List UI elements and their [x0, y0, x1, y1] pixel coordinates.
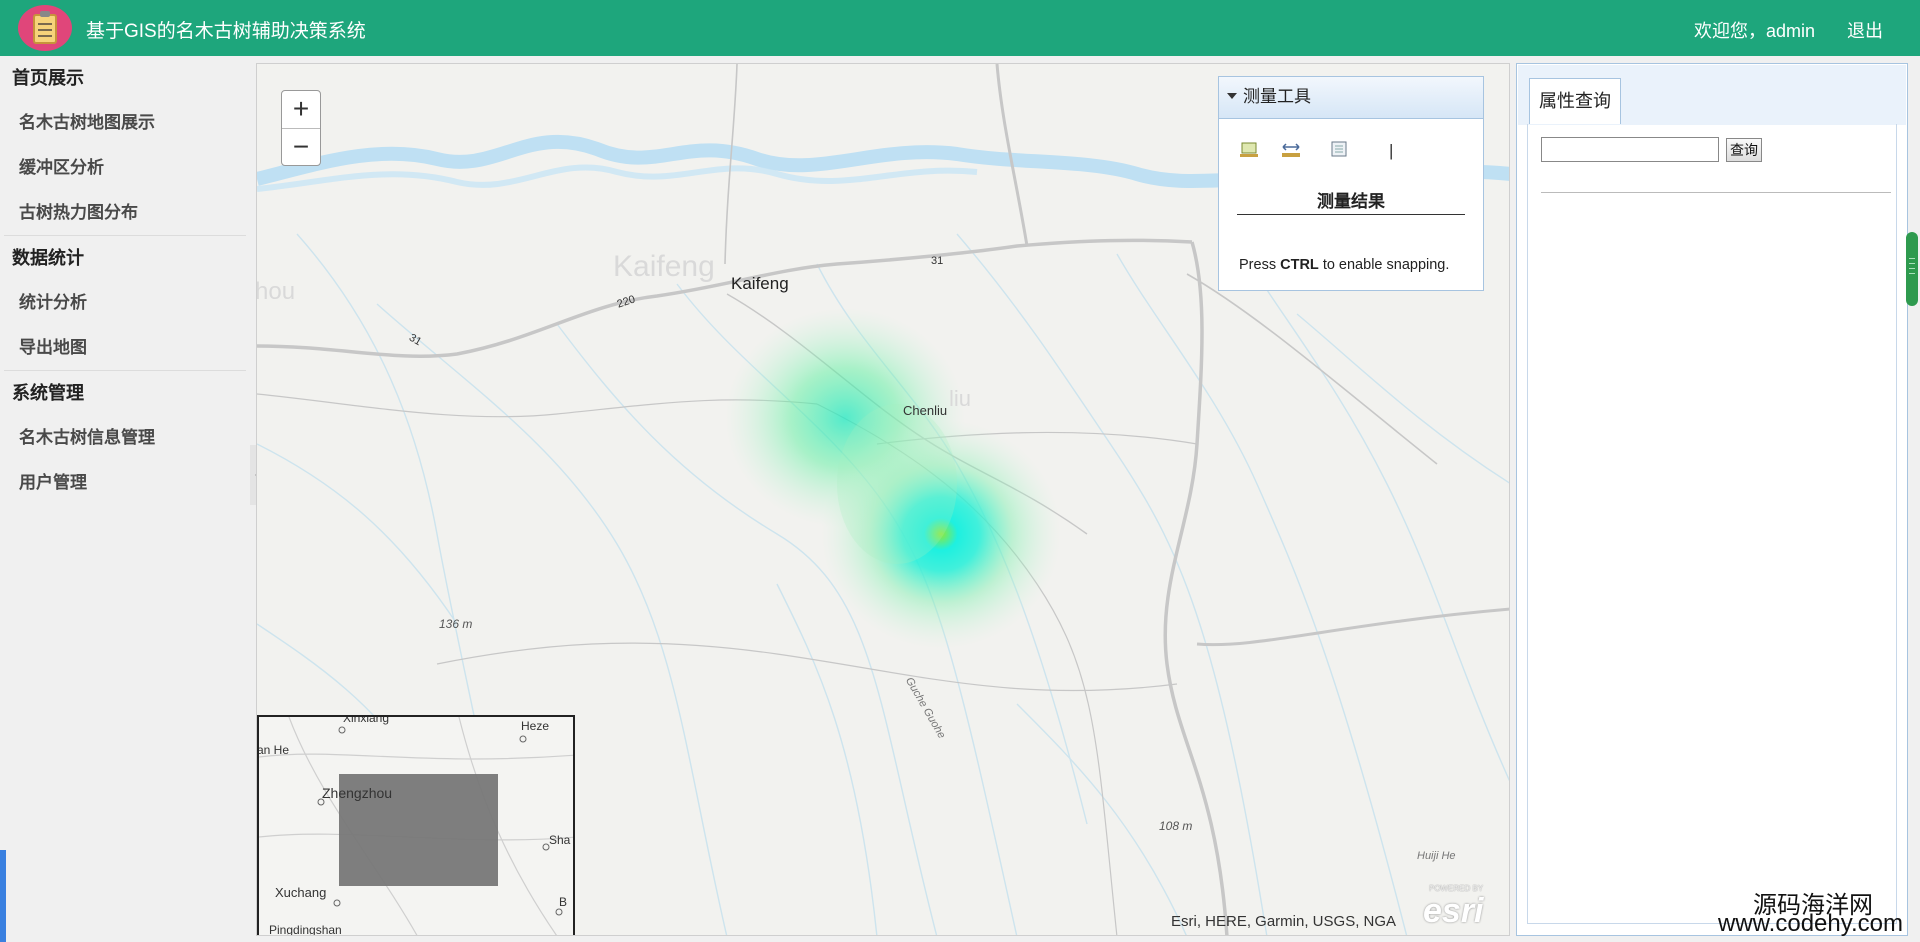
side-indicator [0, 850, 6, 942]
sidebar-item-stat-analysis[interactable]: 统计分析 [0, 280, 250, 325]
overview-label: B [559, 895, 568, 909]
elevation-label: 136 m [439, 617, 473, 631]
overview-label: Zhengzhou [322, 785, 393, 801]
nav-group-statistics[interactable]: 数据统计 [0, 236, 250, 280]
sidebar-item-buffer-analysis[interactable]: 缓冲区分析 [0, 145, 250, 190]
watermark-url: www.codehy.com [1718, 910, 1903, 937]
river-label: Huiji He [1417, 850, 1456, 862]
overview-label: Pingdingshan [269, 923, 342, 936]
elevation-label: 108 m [1159, 819, 1193, 833]
overview-label: Heze [521, 719, 550, 733]
sidebar-item-user-mgmt[interactable]: 用户管理 [0, 460, 250, 505]
app-header: 基于GIS的名木古树辅助决策系统 欢迎您，admin 退出 [0, 0, 1920, 56]
zoom-control: + − [281, 90, 321, 166]
overview-label: Sha [549, 833, 571, 847]
location-measure-icon[interactable] [1329, 139, 1349, 159]
sidebar-item-tree-map[interactable]: 名木古树地图展示 [0, 100, 250, 145]
welcome-text: 欢迎您，admin [1694, 21, 1816, 41]
sidebar: 首页展示 名木古树地图展示 缓冲区分析 古树热力图分布 数据统计 统计分析 导出… [0, 56, 250, 942]
attribute-query-panel: 属性查询 查询 [1516, 63, 1908, 936]
map-label: Kaifeng [613, 250, 715, 283]
tab-content [1527, 124, 1897, 924]
sidebar-item-heatmap[interactable]: 古树热力图分布 [0, 190, 250, 235]
map-attribution: Esri, HERE, Garmin, USGS, NGA [1171, 913, 1397, 930]
zoom-out-button[interactable]: − [282, 128, 320, 165]
query-divider [1541, 192, 1891, 193]
overview-label: Xinxiang [343, 715, 390, 725]
measure-result-label: 测量结果 [1237, 187, 1465, 215]
distance-measure-icon[interactable] [1281, 139, 1301, 159]
clipboard-icon [18, 5, 72, 51]
query-input[interactable] [1541, 137, 1719, 162]
hint-suffix: to enable snapping. [1322, 257, 1450, 273]
measure-tool-panel: 测量工具 | 测量结果 Press CTRL to enable snappin… [1218, 76, 1484, 291]
snapping-hint: Press CTRL to enable snapping. [1239, 257, 1449, 273]
city-label-kaifeng: Kaifeng [731, 274, 789, 293]
toolbar-separator: | [1389, 141, 1394, 160]
city-label-chenliu: Chenliu [903, 403, 948, 418]
esri-logo: esri [1423, 892, 1484, 930]
overview-map[interactable]: Xinxiang Heze an He Zhengzhou Sha Xuchan… [257, 715, 575, 936]
nav-group-home[interactable]: 首页展示 [0, 56, 250, 100]
query-button[interactable]: 查询 [1726, 138, 1762, 162]
sidebar-item-export-map[interactable]: 导出地图 [0, 325, 250, 370]
zoom-in-button[interactable]: + [282, 91, 320, 128]
overview-label: Xuchang [275, 885, 327, 900]
caret-down-icon [1227, 93, 1237, 99]
measure-tool-header[interactable]: 测量工具 [1219, 77, 1483, 119]
overview-label: an He [257, 743, 290, 757]
hint-prefix: Press [1239, 257, 1277, 273]
app-title: 基于GIS的名木古树辅助决策系统 [86, 21, 366, 42]
map-label: liu [949, 386, 972, 411]
area-measure-icon[interactable] [1239, 139, 1259, 159]
tab-attribute-query[interactable]: 属性查询 [1529, 78, 1621, 124]
nav-group-system[interactable]: 系统管理 [0, 371, 250, 415]
logout-link[interactable]: 退出 [1847, 17, 1883, 43]
road-label: 31 [931, 255, 944, 267]
sidebar-item-tree-info-mgmt[interactable]: 名木古树信息管理 [0, 415, 250, 460]
map-label: hou [256, 278, 296, 305]
measure-tool-title: 测量工具 [1243, 87, 1311, 106]
hint-key: CTRL [1280, 257, 1319, 273]
scrollbar-thumb[interactable] [1906, 232, 1918, 306]
